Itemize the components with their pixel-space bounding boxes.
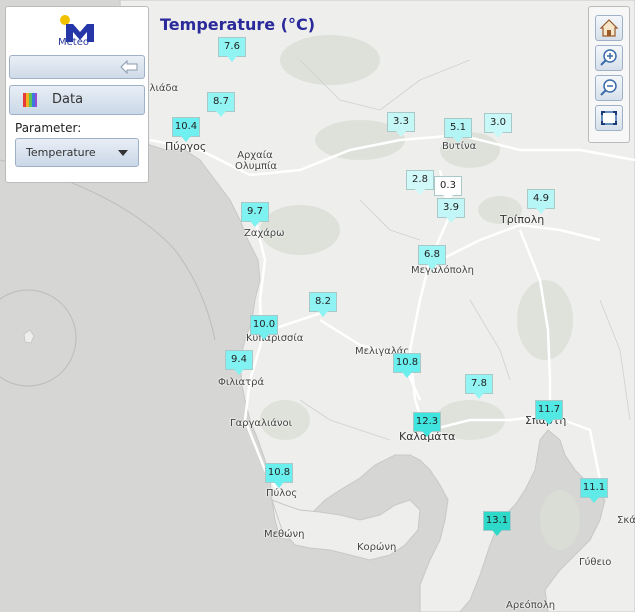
- marker-pointer: [181, 136, 191, 142]
- station-marker[interactable]: 2.8: [406, 170, 434, 195]
- place-label: Κορώνη: [357, 542, 397, 553]
- marker-pointer: [234, 369, 244, 375]
- zoom-extent-button[interactable]: [595, 105, 623, 131]
- station-marker[interactable]: 9.4: [225, 350, 253, 375]
- station-marker[interactable]: 3.0: [484, 113, 512, 138]
- color-palette-icon: [23, 93, 37, 107]
- zoom-out-icon: [600, 79, 617, 96]
- collapse-panel-button[interactable]: [9, 55, 145, 79]
- place-label: Πύλος: [266, 488, 298, 499]
- marker-pointer: [274, 482, 284, 488]
- marker-pointer: [402, 372, 412, 378]
- marker-pointer: [415, 189, 425, 195]
- station-marker[interactable]: 5.1: [444, 118, 472, 143]
- zoom-in-icon: [600, 49, 617, 66]
- station-marker[interactable]: 10.8: [265, 463, 293, 488]
- marker-pointer: [446, 217, 456, 223]
- place-label: Αρχαία Ολυμπία: [235, 150, 277, 172]
- marker-pointer: [492, 530, 502, 536]
- station-marker[interactable]: 3.3: [387, 112, 415, 137]
- station-marker[interactable]: 11.1: [580, 478, 608, 503]
- marker-pointer: [474, 393, 484, 399]
- station-value: 7.6: [224, 41, 240, 52]
- station-marker[interactable]: 11.7: [535, 400, 563, 425]
- marker-pointer: [493, 132, 503, 138]
- map-title: Temperature (°C): [160, 15, 316, 34]
- station-value: 8.7: [213, 96, 229, 107]
- station-marker[interactable]: 3.9: [437, 198, 465, 223]
- zoom-out-button[interactable]: [595, 75, 623, 101]
- station-value: 2.8: [412, 174, 428, 185]
- marker-pointer: [318, 311, 328, 317]
- station-marker[interactable]: 12.3: [413, 412, 441, 437]
- station-value: 5.1: [450, 122, 466, 133]
- station-marker[interactable]: 10.8: [393, 353, 421, 378]
- station-value: 3.3: [393, 116, 409, 127]
- station-value: 7.8: [471, 378, 487, 389]
- marker-pointer: [589, 497, 599, 503]
- parameter-label: Parameter:: [15, 121, 82, 135]
- station-value: 13.1: [485, 515, 509, 526]
- station-marker[interactable]: 10.4: [172, 117, 200, 142]
- marker-pointer: [250, 221, 260, 227]
- place-label: Γύθειο: [579, 557, 612, 568]
- place-label: Μεθώνη: [264, 529, 305, 540]
- place-label: Γαργαλιάνοι: [230, 418, 293, 429]
- parameter-selected-value: Temperature: [26, 146, 96, 159]
- home-icon: [599, 19, 619, 37]
- station-marker[interactable]: 8.2: [309, 292, 337, 317]
- station-value: 9.7: [247, 206, 263, 217]
- station-value: 12.3: [415, 416, 439, 427]
- station-marker[interactable]: 7.8: [465, 374, 493, 399]
- station-value: 11.7: [537, 404, 561, 415]
- station-marker[interactable]: 8.7: [207, 92, 235, 117]
- marker-pointer: [536, 208, 546, 214]
- place-label: Μεγαλόπολη: [411, 265, 474, 276]
- station-value: 3.9: [443, 202, 459, 213]
- station-value: 6.8: [424, 249, 440, 260]
- station-value: 10.0: [252, 319, 276, 330]
- station-value: 10.8: [267, 467, 291, 478]
- marker-pointer: [216, 111, 226, 117]
- place-label: Σκά: [617, 515, 635, 526]
- station-marker[interactable]: 0.3: [434, 176, 462, 201]
- station-marker[interactable]: 13.1: [483, 511, 511, 536]
- place-label: Τρίπολη: [500, 213, 545, 226]
- marker-pointer: [227, 56, 237, 62]
- data-button[interactable]: Data: [9, 85, 145, 115]
- control-panel: Meteo Data Parameter: Temperature: [5, 6, 149, 183]
- station-value: 3.0: [490, 117, 506, 128]
- marker-pointer: [427, 264, 437, 270]
- collapse-arrow-icon: [120, 60, 138, 74]
- station-value: 11.1: [582, 482, 606, 493]
- marker-pointer: [259, 334, 269, 340]
- station-marker[interactable]: 10.0: [250, 315, 278, 340]
- marker-pointer: [422, 431, 432, 437]
- station-marker[interactable]: 9.7: [241, 202, 269, 227]
- marker-pointer: [544, 419, 554, 425]
- home-button[interactable]: [595, 15, 623, 41]
- place-label: Ζαχάρω: [244, 228, 285, 239]
- marker-pointer: [453, 137, 463, 143]
- place-label: Αρεόπολη: [506, 600, 556, 611]
- zoom-in-button[interactable]: [595, 45, 623, 71]
- station-value: 10.8: [395, 357, 419, 368]
- station-value: 10.4: [174, 121, 198, 132]
- station-marker[interactable]: 4.9: [527, 189, 555, 214]
- station-value: 8.2: [315, 296, 331, 307]
- data-button-label: Data: [52, 92, 84, 107]
- station-marker[interactable]: 7.6: [218, 37, 246, 62]
- marker-pointer: [396, 131, 406, 137]
- station-value: 4.9: [533, 193, 549, 204]
- station-value: 0.3: [440, 180, 456, 191]
- map-toolbar: [588, 6, 630, 143]
- parameter-select[interactable]: Temperature: [15, 138, 139, 167]
- zoom-extent-icon: [601, 111, 617, 125]
- logo-text: Meteo: [58, 37, 89, 48]
- station-value: 9.4: [231, 354, 247, 365]
- chevron-down-icon: [118, 150, 128, 156]
- place-label: Φιλιατρά: [218, 377, 265, 388]
- station-marker[interactable]: 6.8: [418, 245, 446, 270]
